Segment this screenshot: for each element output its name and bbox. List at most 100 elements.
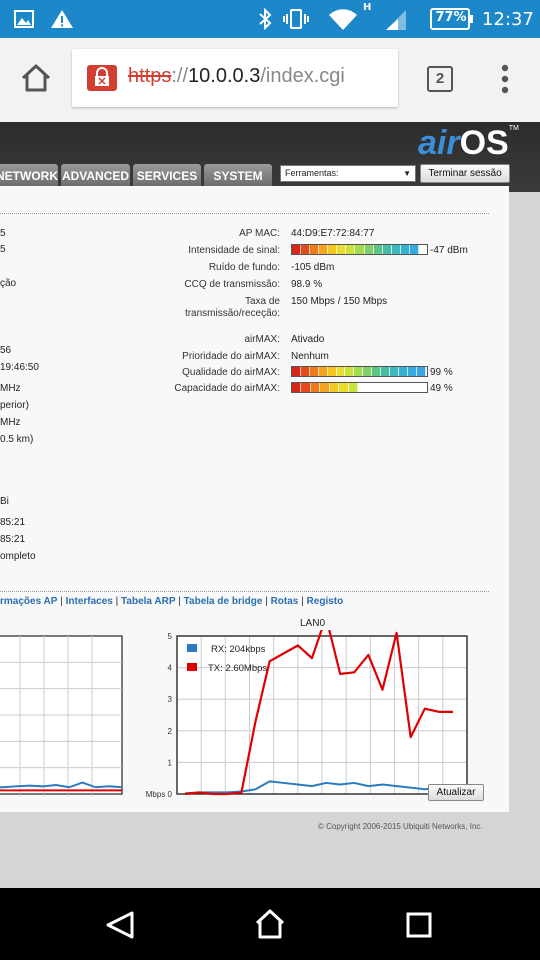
airmax-capacity-bar bbox=[291, 382, 428, 393]
y-tick-label: 2 bbox=[168, 727, 173, 736]
signal-bar-segment bbox=[398, 367, 408, 376]
link-arp-table[interactable]: Tabela ARP bbox=[121, 596, 175, 607]
url-host: 10.0.0.3 bbox=[188, 65, 261, 87]
main-content: 5 5 ção 56 19:46:50 MHz perior) MHz 0.5 … bbox=[0, 186, 509, 812]
wifi-icon bbox=[329, 9, 357, 31]
status-bar: H 77% 12:37 bbox=[0, 0, 540, 38]
left-fragment: 56 bbox=[0, 345, 12, 356]
link-ap-info[interactable]: rmações AP bbox=[0, 596, 57, 607]
left-fragment: 5 bbox=[0, 244, 6, 255]
tools-select[interactable]: Ferramentas: ▼ bbox=[280, 165, 416, 182]
signal-bar-segment bbox=[416, 367, 426, 376]
web-page: airOSTM NETWORK ADVANCED SERVICES SYSTEM… bbox=[0, 122, 540, 888]
bluetooth-icon bbox=[259, 8, 272, 30]
insecure-lock-icon bbox=[87, 65, 117, 91]
airmax-capacity-value: 49 % bbox=[430, 383, 453, 394]
url-separator: :// bbox=[171, 65, 189, 87]
logout-button[interactable]: Terminar sessão bbox=[420, 164, 510, 183]
signal-strength-bar bbox=[291, 244, 428, 255]
tx-rx-rate-label-1: Taxa de bbox=[244, 296, 280, 307]
divider bbox=[0, 591, 489, 592]
airmax-priority-value: Nenhum bbox=[291, 351, 329, 362]
signal-strength-label: Intensidade de sinal: bbox=[188, 245, 280, 256]
lan-chart-title: LAN0 bbox=[300, 618, 326, 629]
tab-count: 2 bbox=[435, 70, 445, 87]
clock: 12:37 bbox=[482, 9, 534, 30]
link-bridge-table[interactable]: Tabela de bridge bbox=[184, 596, 263, 607]
browser-toolbar: https://10.0.0.3/index.cgi 2 bbox=[0, 38, 540, 123]
tx-ccq-label: CCQ de transmissão: bbox=[184, 279, 280, 290]
signal-bar-segment bbox=[336, 367, 346, 376]
signal-bar-segment bbox=[400, 245, 410, 254]
airmax-quality-label: Qualidade do airMAX: bbox=[182, 367, 280, 378]
signal-strength-value: -47 dBm bbox=[430, 245, 468, 256]
legend-swatch-tx bbox=[187, 663, 197, 671]
signal-bar-segment bbox=[391, 245, 401, 254]
navigation-bar bbox=[0, 888, 540, 960]
home-icon[interactable] bbox=[20, 62, 52, 94]
left-fragment: Bi bbox=[0, 496, 9, 507]
left-fragment: 85:21 bbox=[0, 534, 26, 545]
signal-bar-segment bbox=[372, 367, 382, 376]
left-fragment: MHz bbox=[0, 383, 21, 394]
signal-icon bbox=[386, 10, 406, 30]
airmax-capacity-label: Capacidade do airMAX: bbox=[174, 383, 280, 394]
update-button[interactable]: Atualizar bbox=[428, 784, 484, 801]
airmax-priority-label: Prioridade do airMAX: bbox=[182, 351, 280, 362]
left-fragment: 5 bbox=[0, 228, 6, 239]
chevron-down-icon: ▼ bbox=[403, 169, 411, 178]
link-routes[interactable]: Rotas bbox=[271, 596, 299, 607]
tab-system[interactable]: SYSTEM bbox=[204, 164, 272, 186]
home-nav-icon[interactable] bbox=[254, 908, 286, 940]
link-log[interactable]: Registo bbox=[307, 596, 344, 607]
signal-bar-segment bbox=[301, 245, 311, 254]
y-tick-label: 1 bbox=[168, 758, 173, 767]
airmax-quality-value: 99 % bbox=[430, 367, 453, 378]
signal-bar-segment bbox=[310, 383, 321, 392]
back-icon[interactable] bbox=[104, 910, 136, 940]
vibrate-icon bbox=[283, 9, 309, 29]
signal-bar-segment bbox=[339, 383, 349, 392]
ap-mac-value: 44:D9:E7:72:84:77 bbox=[291, 228, 375, 239]
left-fragment: ção bbox=[0, 278, 17, 289]
left-fragment: 85:21 bbox=[0, 517, 26, 528]
legend-swatch-rx bbox=[187, 644, 197, 652]
signal-bar-segment bbox=[301, 383, 311, 392]
signal-bar-segment bbox=[292, 383, 302, 392]
left-fragment: ompleto bbox=[0, 551, 36, 562]
more-menu-icon[interactable] bbox=[498, 64, 512, 94]
tab-advanced[interactable]: ADVANCED bbox=[61, 164, 130, 186]
link-interfaces[interactable]: Interfaces bbox=[66, 596, 113, 607]
left-fragment: MHz bbox=[0, 417, 21, 428]
left-fragment: perior) bbox=[0, 400, 29, 411]
signal-bar-segment bbox=[300, 367, 310, 376]
url-scheme: https bbox=[128, 65, 172, 87]
signal-bar-segment bbox=[373, 245, 383, 254]
tab-services[interactable]: SERVICES bbox=[133, 164, 201, 186]
legend-label-tx: TX: 2.60Mbps bbox=[208, 663, 267, 674]
signal-bar-segment bbox=[389, 367, 399, 376]
url-bar[interactable]: https://10.0.0.3/index.cgi bbox=[72, 49, 398, 107]
signal-bar-segment bbox=[292, 367, 301, 376]
battery-percent: 77% bbox=[435, 10, 467, 25]
ap-mac-label: AP MAC: bbox=[239, 228, 280, 239]
signal-bar-segment bbox=[364, 245, 374, 254]
left-fragment: 19:46:50 bbox=[0, 362, 39, 373]
tabs-button[interactable]: 2 bbox=[427, 66, 453, 92]
recents-icon[interactable] bbox=[406, 912, 432, 938]
signal-bar-segment bbox=[348, 383, 359, 392]
traffic-chart-partial bbox=[0, 635, 123, 795]
airmax-quality-bar bbox=[291, 366, 428, 377]
copyright: © Copyright 2006-2015 Ubiquiti Networks,… bbox=[318, 822, 483, 831]
lan0-traffic-chart: Mbps 0 1 2 3 4 5 RX: 204kbps TX: 2.60Mbps bbox=[146, 630, 468, 799]
signal-bar-segment bbox=[319, 245, 329, 254]
noise-floor-label: Ruído de fundo: bbox=[208, 262, 280, 273]
signal-bar-segment bbox=[329, 383, 340, 392]
y-tick-label: 4 bbox=[168, 664, 173, 673]
airmax-value: Ativado bbox=[291, 334, 325, 345]
tx-ccq-value: 98.9 % bbox=[291, 279, 323, 290]
signal-bar-segment bbox=[381, 367, 390, 376]
signal-bar-segment bbox=[407, 367, 417, 376]
tab-network[interactable]: NETWORK bbox=[0, 164, 58, 186]
signal-bar-segment bbox=[363, 367, 373, 376]
